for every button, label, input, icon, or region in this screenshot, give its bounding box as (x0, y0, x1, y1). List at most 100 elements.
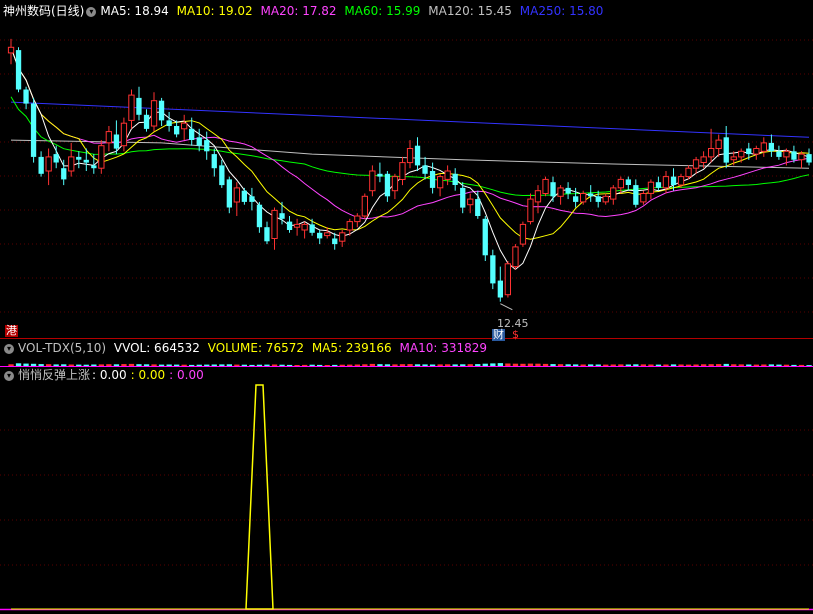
candle-body-down (497, 280, 503, 298)
volume-bar (399, 364, 406, 366)
volume-bar (143, 364, 150, 366)
dividend-marker[interactable]: $ (512, 329, 519, 341)
volume-bar (588, 364, 594, 366)
candle-body-down (332, 238, 338, 245)
volume-bar (573, 364, 579, 366)
volume-bar (76, 364, 82, 366)
volume-bar (106, 364, 112, 366)
candle-body-up (580, 193, 587, 203)
volume-bar (776, 364, 782, 366)
signal-spike (245, 384, 274, 610)
volume-bar (128, 363, 135, 366)
indicator-value-1: : 0.00 (92, 368, 127, 382)
volume-bar (535, 363, 541, 366)
candle-body-down (204, 140, 210, 152)
volume-bar (580, 364, 586, 366)
candle-body-down (30, 103, 37, 157)
volume-bar (557, 364, 564, 366)
candle-body-up (467, 198, 474, 206)
volume-bar (648, 364, 654, 366)
candle-body-up (647, 181, 655, 194)
candle-body-down (633, 185, 639, 205)
candle-body-down (53, 154, 59, 163)
hk-connect-marker[interactable]: 港 (5, 325, 18, 337)
ma20-line (10, 47, 810, 220)
volume-bar (633, 364, 639, 366)
volume-bar (723, 363, 729, 366)
low-price-pointer (500, 303, 513, 311)
candle-body-down (249, 196, 255, 202)
ma60-value: MA60: 15.99 (344, 4, 421, 18)
volume-dropdown-icon[interactable]: ▾ (4, 343, 14, 354)
candle-body-up (293, 223, 301, 228)
candle-body-up (7, 46, 15, 54)
candle-body-up (150, 100, 158, 127)
settings-dropdown-icon[interactable]: ▾ (86, 6, 97, 17)
candle-body-up (783, 150, 790, 158)
volume-header: ▾ VOL-TDX(5,10) VVOL: 664532 VOLUME: 7657… (0, 340, 491, 356)
volume-bar (324, 365, 330, 366)
candle-body-up (68, 156, 75, 172)
volume-bar (768, 364, 774, 366)
volume-bar (158, 364, 165, 366)
candle-body-up (617, 178, 625, 189)
volume-bar (701, 364, 707, 366)
vol-ma10-value: MA10: 331829 (399, 341, 488, 355)
candle-body-down (76, 156, 82, 160)
volume-bar (15, 363, 22, 366)
volume-bar (317, 364, 323, 366)
volume-bar (294, 365, 300, 366)
volume-bar (497, 363, 503, 366)
volume-bar (460, 364, 466, 366)
vol-indicator-name[interactable]: VOL-TDX(5,10) (18, 341, 106, 355)
candle-body-down (625, 179, 631, 185)
candle-body-down (384, 173, 391, 197)
volume-bar (332, 364, 338, 366)
volume-bar (610, 364, 616, 366)
candle-body-down (211, 154, 217, 169)
candle-body-down (414, 145, 421, 166)
candle-body-up (677, 176, 685, 186)
volume-bar (753, 364, 759, 366)
candle-body-down (279, 213, 285, 219)
ma250-value: MA250: 15.80 (519, 4, 604, 18)
volume-bar (121, 364, 127, 366)
volume-bar (452, 364, 458, 366)
stock-chart[interactable] (0, 0, 813, 614)
candle-body-up (708, 148, 715, 158)
indicator-name[interactable]: 悄悄反弹上涨 (18, 368, 90, 382)
candle-body-down (475, 199, 481, 216)
candle-body-down (113, 134, 120, 149)
volume-bar (467, 364, 473, 366)
volume-bar (136, 364, 142, 366)
candle-body-down (746, 148, 752, 155)
volume-bar (302, 364, 308, 366)
volume-bar (384, 364, 391, 366)
candle-body-up (715, 139, 722, 150)
candle-body-up (512, 246, 519, 268)
volume-bar (347, 364, 353, 366)
volume-bar (286, 364, 293, 366)
volume-bar (520, 363, 526, 366)
volume-bar (113, 364, 120, 366)
candle-body-up (640, 193, 647, 203)
candle-body-up (339, 232, 346, 242)
candle-body-up (346, 221, 353, 231)
volume-bar (708, 364, 714, 366)
candle-body-up (685, 167, 692, 178)
candle-body-down (595, 196, 601, 202)
financial-report-marker[interactable]: 财 (492, 329, 505, 341)
volume-bar (783, 364, 790, 366)
candle-body-up (128, 94, 135, 121)
stock-title[interactable]: 神州数码(日线) (3, 4, 84, 18)
candle-body-down (490, 255, 496, 284)
candle-body-down (226, 179, 232, 208)
volume-bar (354, 364, 360, 366)
candle-body-down (166, 120, 172, 126)
volume-bar (670, 364, 677, 366)
indicator-dropdown-icon[interactable]: ▾ (4, 370, 14, 381)
volume-bar (68, 364, 74, 366)
volume-bar (30, 363, 37, 366)
volume-bar (264, 364, 270, 366)
volume-bar (204, 364, 210, 366)
